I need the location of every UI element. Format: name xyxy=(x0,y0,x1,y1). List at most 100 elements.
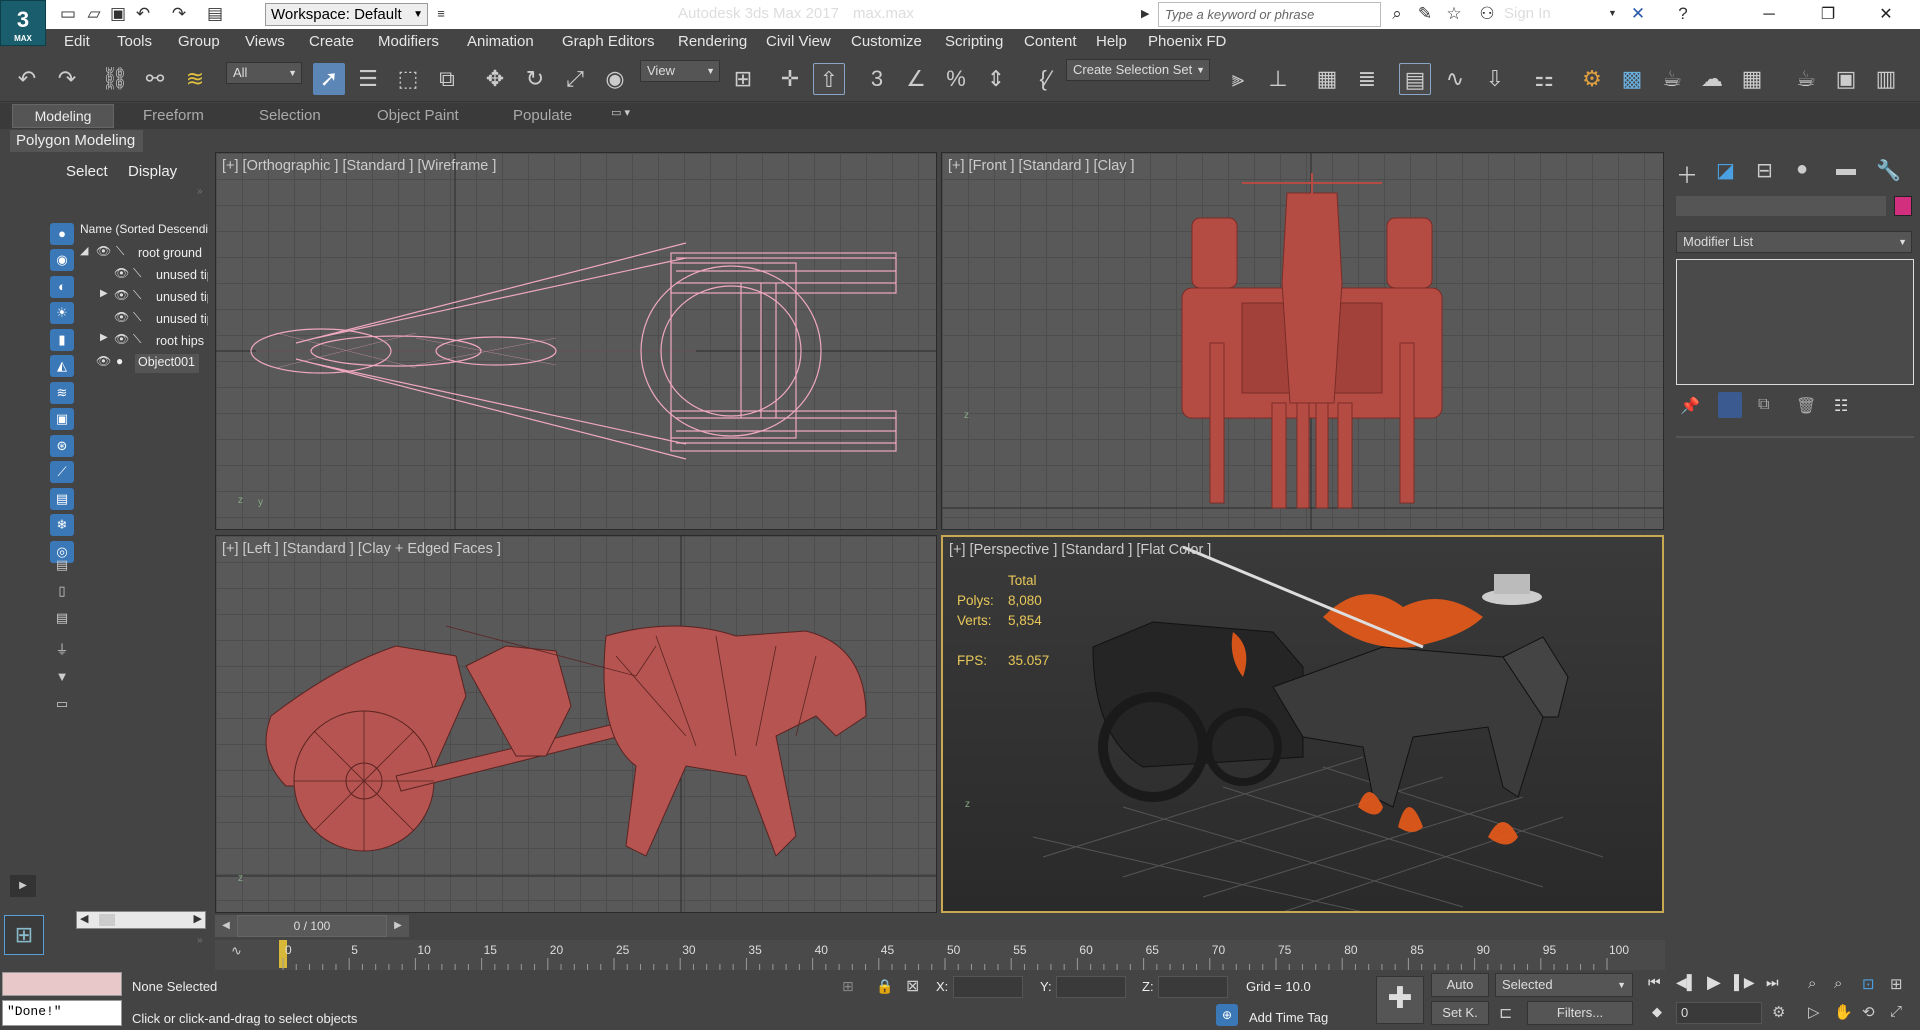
unlink-icon[interactable]: ⚯ xyxy=(139,63,171,95)
render-region-icon[interactable]: ▥ xyxy=(1870,63,1902,95)
redo-icon[interactable]: ↷ xyxy=(168,3,190,25)
scroll-thumb[interactable] xyxy=(99,914,115,926)
menu-graph-editors[interactable]: Graph Editors xyxy=(562,33,655,50)
scale-icon[interactable]: ⤢ xyxy=(559,63,591,95)
configure-modifier-sets-icon[interactable]: ☷ xyxy=(1834,396,1848,416)
layers-icon[interactable]: ≣ xyxy=(1351,63,1383,95)
project-folder-icon[interactable]: ▤ xyxy=(204,3,226,25)
key-mode-toggle-icon[interactable]: ◆ xyxy=(1652,1004,1662,1020)
panel-collapse-icon[interactable]: » xyxy=(197,186,203,197)
document-icon[interactable]: ▤ xyxy=(50,607,74,629)
panel-resize-icon[interactable]: » xyxy=(197,935,203,946)
display-cameras-icon[interactable]: ▮ xyxy=(50,329,74,351)
material-editor-icon[interactable]: ⚙ xyxy=(1576,63,1608,95)
zoom-extents-all-icon[interactable]: ⊞ xyxy=(1890,975,1903,993)
scene-item-root-hips[interactable]: root hips xyxy=(156,334,208,348)
x-coordinate-input[interactable] xyxy=(953,976,1023,998)
exchange-apps-icon[interactable]: ✕ xyxy=(1627,3,1649,25)
ribbon-tab-selection[interactable]: Selection xyxy=(259,107,321,124)
keyboard-shortcut-override-icon[interactable]: ⇧ xyxy=(813,63,845,95)
restore-button[interactable]: ❐ xyxy=(1805,0,1851,29)
minimize-button[interactable]: ─ xyxy=(1746,0,1792,29)
visibility-eye-icon[interactable]: 👁 xyxy=(114,310,129,324)
visibility-eye-icon[interactable]: 👁 xyxy=(114,332,129,346)
visibility-eye-icon[interactable]: 👁 xyxy=(96,244,111,258)
display-xrefs-icon[interactable]: ⊛ xyxy=(50,435,74,457)
viewport-orthographic[interactable]: [+] [Orthographic ] [Standard ] [Wirefra… xyxy=(215,152,937,530)
undo-icon[interactable]: ↶ xyxy=(132,3,154,25)
schematic-view-icon[interactable]: ⚏ xyxy=(1528,63,1560,95)
spinner-snap-icon[interactable]: ⇕ xyxy=(980,63,1012,95)
redo-icon[interactable]: ↷ xyxy=(51,63,83,95)
ribbon-toggle-icon[interactable]: ▤ xyxy=(1399,63,1431,95)
filter-icon[interactable]: ▼ xyxy=(50,666,74,688)
render-production-icon[interactable]: ☁ xyxy=(1696,63,1728,95)
time-tag-icon[interactable]: ⊕ xyxy=(1216,1004,1238,1026)
scene-item-unused-tip[interactable]: unused tip xyxy=(156,312,208,326)
pan-view-icon[interactable]: ✋ xyxy=(1834,1003,1853,1021)
utilities-tab-icon[interactable]: 🔧 xyxy=(1876,158,1901,183)
viewport-label[interactable]: [+] [Left ] [Standard ] [Clay + Edged Fa… xyxy=(222,541,501,557)
menu-phoenix-fd[interactable]: Phoenix FD xyxy=(1148,33,1226,50)
set-key-button[interactable]: Set K. xyxy=(1431,1001,1489,1025)
menu-help[interactable]: Help xyxy=(1096,33,1127,50)
selection-lock-icon[interactable]: 🔒 xyxy=(876,978,893,995)
new-file-icon[interactable]: ▭ xyxy=(57,3,79,25)
sort-by-objects-icon[interactable]: ● xyxy=(50,223,74,245)
viewport-left[interactable]: [+] [Left ] [Standard ] [Clay + Edged Fa… xyxy=(215,535,937,913)
expand-triangle-icon[interactable]: ◢ xyxy=(80,244,88,257)
orbit-icon[interactable]: ⟲ xyxy=(1862,1003,1875,1021)
auto-key-button[interactable]: Auto xyxy=(1431,973,1489,997)
rectangular-selection-icon[interactable]: ⬚ xyxy=(392,63,424,95)
time-slider[interactable]: ◀ 0 / 100 ▶ xyxy=(215,915,1665,937)
menu-rendering[interactable]: Rendering xyxy=(678,33,747,50)
percent-snap-icon[interactable]: % xyxy=(940,63,972,95)
object-color-swatch[interactable] xyxy=(1894,196,1912,216)
show-end-result-icon[interactable] xyxy=(1718,392,1742,418)
rendered-frame-window-icon[interactable]: ☕ xyxy=(1656,63,1688,95)
display-groups-icon[interactable]: ▣ xyxy=(50,408,74,430)
track-bar[interactable]: ∿ 0 5 10 15 20 25 30 35 40 45 50 55 60 65 70 75 80 85 90 95… xyxy=(215,940,1665,970)
previous-frame-icon[interactable]: ◀▌ xyxy=(1676,974,1697,991)
render-iterative-icon[interactable]: ▦ xyxy=(1736,63,1768,95)
hierarchy-tab-icon[interactable]: ⊟ xyxy=(1756,158,1773,183)
scene-tab-select[interactable]: Select xyxy=(66,163,108,180)
render-frame-icon[interactable]: ▣ xyxy=(1830,63,1862,95)
menu-scripting[interactable]: Scripting xyxy=(945,33,1003,50)
menu-views[interactable]: Views xyxy=(245,33,285,50)
z-coordinate-input[interactable] xyxy=(1158,976,1228,998)
reference-coordinate-dropdown[interactable]: View ▼ xyxy=(640,60,720,82)
link-icon[interactable]: ⛓ xyxy=(99,63,131,95)
display-containers-icon[interactable]: ▤ xyxy=(50,488,74,510)
maxscript-output[interactable]: "Done!" xyxy=(2,1000,122,1026)
window-crossing-icon[interactable]: ⧉ xyxy=(431,63,463,95)
scene-item-root-ground[interactable]: root ground xyxy=(138,246,208,260)
viewport-label[interactable]: [+] [Front ] [Standard ] [Clay ] xyxy=(948,158,1135,174)
display-tab-icon[interactable]: ▬ xyxy=(1836,158,1856,181)
scene-item-unused-tip[interactable]: unused tip xyxy=(156,268,208,282)
display-space-warps-icon[interactable]: ≋ xyxy=(50,382,74,404)
rotate-icon[interactable]: ↻ xyxy=(519,63,551,95)
ribbon-tab-freeform[interactable]: Freeform xyxy=(143,107,204,124)
scene-item-object001[interactable]: Object001 xyxy=(135,354,199,373)
zoom-extents-icon[interactable]: ⊡ xyxy=(1862,975,1875,993)
scene-tab-display[interactable]: Display xyxy=(128,163,177,180)
time-slider-prev-icon[interactable]: ◀ xyxy=(215,915,237,937)
polygon-modeling-panel[interactable]: Polygon Modeling xyxy=(10,130,143,152)
workspace-dropdown[interactable]: Workspace: Default ▼ xyxy=(265,3,428,26)
scene-item-unused-tip[interactable]: unused tip xyxy=(156,290,208,304)
undo-icon[interactable]: ↶ xyxy=(11,63,43,95)
app-logo-button[interactable]: 3 MAX xyxy=(0,0,46,46)
help-icon[interactable]: ? xyxy=(1672,3,1694,25)
select-by-name-icon[interactable]: ☰ xyxy=(352,63,384,95)
mirror-icon[interactable]: ⫸ xyxy=(1222,63,1254,95)
isolate-selection-icon[interactable]: ⊞ xyxy=(842,978,854,995)
search-expand-icon[interactable]: ▶ xyxy=(1141,7,1149,20)
sign-in-link[interactable]: Sign In xyxy=(1504,5,1551,22)
filters-button[interactable]: Filters... xyxy=(1527,1001,1633,1025)
explorer-options-icon[interactable]: ▭ xyxy=(50,693,74,715)
menu-edit[interactable]: Edit xyxy=(64,33,90,50)
subscription-icon[interactable]: ✎ xyxy=(1414,3,1436,25)
modify-tab-icon[interactable]: ◪ xyxy=(1716,158,1735,183)
ribbon-options-icon[interactable]: ▭ ▾ xyxy=(611,106,645,124)
